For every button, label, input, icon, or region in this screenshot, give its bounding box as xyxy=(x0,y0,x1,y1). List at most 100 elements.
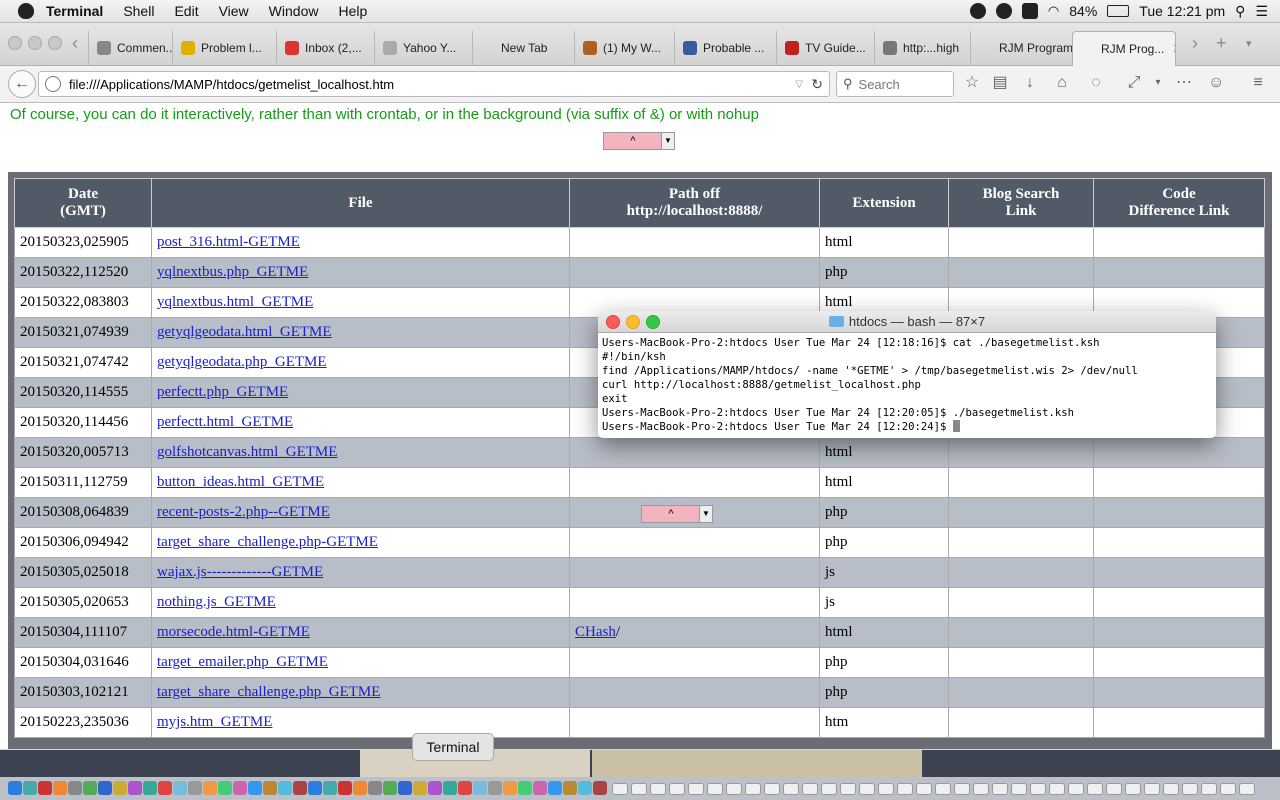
dock-minimized-window-icon[interactable] xyxy=(992,783,1008,795)
dock-app-icon[interactable] xyxy=(53,781,67,795)
file-link[interactable]: nothing.js_GETME xyxy=(157,594,276,610)
file-link[interactable]: yqlnextbus.php_GETME xyxy=(157,264,308,280)
dock-minimized-window-icon[interactable] xyxy=(1125,783,1141,795)
file-link[interactable]: getyqlgeodata.html_GETME xyxy=(157,324,332,340)
file-link[interactable]: wajax.js-------------GETME xyxy=(157,564,323,580)
apple-icon[interactable] xyxy=(18,3,34,19)
dock-app-icon[interactable] xyxy=(173,781,187,795)
dock-app-icon[interactable] xyxy=(503,781,517,795)
cell-file[interactable]: morsecode.html-GETME xyxy=(151,617,570,648)
close-window-button[interactable] xyxy=(8,36,22,50)
file-link[interactable]: post_316.html-GETME xyxy=(157,234,300,250)
dock-minimized-window-icon[interactable] xyxy=(1163,783,1179,795)
tab-6[interactable]: (1) My W... xyxy=(574,31,675,65)
dock-app-icon[interactable] xyxy=(38,781,52,795)
addon-icon[interactable]: ◌ xyxy=(1088,75,1104,91)
terminal-minimize-button[interactable] xyxy=(626,315,640,329)
dock-app-icon[interactable] xyxy=(578,781,592,795)
dock-app-icon[interactable] xyxy=(443,781,457,795)
tab-1[interactable]: Commen... xyxy=(88,31,173,65)
cell-file[interactable]: target_emailer.php_GETME xyxy=(151,647,570,678)
dock-minimized-window-icon[interactable] xyxy=(840,783,856,795)
cell-file[interactable]: nothing.js_GETME xyxy=(151,587,570,618)
dock-app-icon[interactable] xyxy=(428,781,442,795)
smiley-icon[interactable]: ☺ xyxy=(1208,75,1224,91)
cell-file[interactable]: post_316.html-GETME xyxy=(151,227,570,258)
dock-minimized-window-icon[interactable] xyxy=(669,783,685,795)
file-link[interactable]: target_share_challenge.php_GETME xyxy=(157,684,380,700)
status-app-icon[interactable] xyxy=(1021,3,1038,19)
dock-minimized-window-icon[interactable] xyxy=(726,783,742,795)
hamburger-menu-icon[interactable]: ≡ xyxy=(1250,75,1266,91)
zoom-window-button[interactable] xyxy=(48,36,62,50)
dock-app-icon[interactable] xyxy=(83,781,97,795)
dock-minimized-window-icon[interactable] xyxy=(802,783,818,795)
status-circle-icon[interactable] xyxy=(969,3,986,19)
tab-3[interactable]: Inbox (2,... xyxy=(276,31,375,65)
file-link[interactable]: golfshotcanvas.html_GETME xyxy=(157,444,337,460)
battery-icon[interactable] xyxy=(1107,5,1130,17)
dock-app-icon[interactable] xyxy=(338,781,352,795)
file-link[interactable]: perfectt.html_GETME xyxy=(157,414,293,430)
wifi-icon[interactable]: ◠ xyxy=(1048,3,1059,19)
bitdefender-icon[interactable] xyxy=(995,3,1012,19)
dock-minimized-window-icon[interactable] xyxy=(878,783,894,795)
dock-app-icon[interactable] xyxy=(263,781,277,795)
menu-shell[interactable]: Shell xyxy=(123,3,154,19)
dock-app-icon[interactable] xyxy=(323,781,337,795)
file-link[interactable]: recent-posts-2.php--GETME xyxy=(157,504,330,520)
dock-app-icon[interactable] xyxy=(548,781,562,795)
tools-icon[interactable]: ⤢ xyxy=(1126,75,1142,91)
cell-file[interactable]: getyqlgeodata.html_GETME xyxy=(151,317,570,348)
dock-minimized-window-icon[interactable] xyxy=(1030,783,1046,795)
file-link[interactable]: getyqlgeodata.php_GETME xyxy=(157,354,327,370)
file-link[interactable]: target_share_challenge.php-GETME xyxy=(157,534,378,550)
dock-minimized-window-icon[interactable] xyxy=(935,783,951,795)
cell-file[interactable]: perfectt.php_GETME xyxy=(151,377,570,408)
tab-8[interactable]: TV Guide... xyxy=(776,31,875,65)
cell-file[interactable]: perfectt.html_GETME xyxy=(151,407,570,438)
more-icon[interactable]: ⋯ xyxy=(1176,75,1192,91)
file-link[interactable]: perfectt.php_GETME xyxy=(157,384,288,400)
menu-edit[interactable]: Edit xyxy=(174,3,198,19)
menu-app-terminal[interactable]: Terminal xyxy=(46,3,103,19)
dock-minimized-window-icon[interactable] xyxy=(745,783,761,795)
dock-app-icon[interactable] xyxy=(368,781,382,795)
cell-file[interactable]: myjs.htm_GETME xyxy=(151,707,570,738)
reload-icon[interactable]: ↻ xyxy=(811,76,823,93)
file-link[interactable]: myjs.htm_GETME xyxy=(157,714,272,730)
tools-dropdown-icon[interactable]: ▾ xyxy=(1150,75,1166,91)
back-button[interactable]: ← xyxy=(8,70,36,98)
dock-app-icon[interactable] xyxy=(293,781,307,795)
dock-minimized-window-icon[interactable] xyxy=(688,783,704,795)
tab-9[interactable]: http:...high xyxy=(874,31,971,65)
cell-file[interactable]: wajax.js-------------GETME xyxy=(151,557,570,588)
dock-app-icon[interactable] xyxy=(308,781,322,795)
dock-app-icon[interactable] xyxy=(203,781,217,795)
dock-minimized-window-icon[interactable] xyxy=(1201,783,1217,795)
tab-2[interactable]: Problem l... xyxy=(172,31,277,65)
bookmark-star-icon[interactable]: ☆ xyxy=(964,75,980,91)
dock-minimized-window-icon[interactable] xyxy=(612,783,628,795)
tab-list-icon[interactable]: ▾ xyxy=(1246,37,1252,50)
close-tab-icon[interactable]: ✕ xyxy=(1172,41,1175,57)
dock-app-icon[interactable] xyxy=(563,781,577,795)
terminal-window[interactable]: htdocs — bash — 87×7 Users-MacBook-Pro-2… xyxy=(598,311,1216,438)
cell-path[interactable]: CHash/ xyxy=(569,617,820,648)
dock-minimized-window-icon[interactable] xyxy=(707,783,723,795)
download-icon[interactable]: ↓ xyxy=(1022,75,1038,91)
row-select[interactable]: ^ ▼ xyxy=(641,505,713,523)
tab-11[interactable]: RJM Prog... ✕ xyxy=(1072,31,1176,66)
url-bar[interactable]: file:///Applications/MAMP/htdocs/getmeli… xyxy=(38,71,830,97)
url-dropdown-icon[interactable]: ▽ xyxy=(795,79,803,90)
dock-minimized-window-icon[interactable] xyxy=(821,783,837,795)
dock-app-icon[interactable] xyxy=(473,781,487,795)
map-thumbnail-2[interactable] xyxy=(592,750,922,777)
dock-app-icon[interactable] xyxy=(8,781,22,795)
dock-minimized-window-icon[interactable] xyxy=(954,783,970,795)
dock-minimized-window-icon[interactable] xyxy=(1011,783,1027,795)
top-select[interactable]: ^ ▼ xyxy=(603,132,675,150)
tab-4[interactable]: Yahoo Y... xyxy=(374,31,473,65)
dock-app-icon[interactable] xyxy=(188,781,202,795)
cell-file[interactable]: yqlnextbus.html_GETME xyxy=(151,287,570,318)
